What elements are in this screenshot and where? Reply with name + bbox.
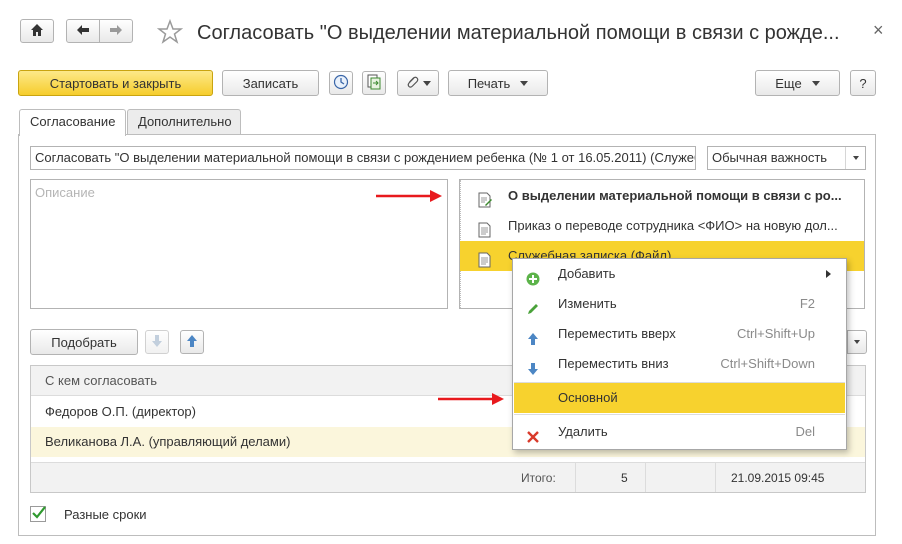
window-title: Согласовать "О выделении материальной по… bbox=[197, 22, 840, 44]
tab-approval[interactable]: Согласование bbox=[19, 109, 126, 136]
arrow-left-icon bbox=[76, 24, 90, 39]
document-icon bbox=[478, 249, 492, 268]
home-button[interactable] bbox=[20, 19, 54, 43]
chevron-down-icon bbox=[811, 80, 820, 86]
start-and-close-button[interactable]: Стартовать и закрыть bbox=[18, 70, 213, 96]
menu-item-label: Добавить bbox=[558, 266, 616, 281]
more-button[interactable]: Еще bbox=[755, 70, 840, 96]
move-up-button[interactable] bbox=[180, 330, 204, 354]
chevron-down-icon bbox=[520, 80, 529, 86]
attachment-label: О выделении материальной помощи в связи … bbox=[508, 188, 842, 203]
description-placeholder: Описание bbox=[35, 185, 95, 200]
menu-separator bbox=[514, 414, 845, 415]
grid-footer: Итого: 5 21.09.2015 09:45 bbox=[31, 462, 865, 492]
menu-item-shortcut: F2 bbox=[799, 296, 815, 311]
document-tree-icon bbox=[366, 74, 382, 93]
annotation-arrow-icon bbox=[436, 391, 506, 407]
close-icon[interactable]: × bbox=[873, 20, 884, 41]
different-terms-label: Разные сроки bbox=[64, 507, 147, 522]
clock-icon bbox=[333, 74, 349, 93]
print-button[interactable]: Печать bbox=[448, 70, 548, 96]
menu-item-label: Переместить вниз bbox=[558, 356, 669, 371]
pick-button[interactable]: Подобрать bbox=[30, 329, 138, 355]
arrow-up-icon bbox=[526, 327, 540, 345]
chevron-down-icon bbox=[854, 340, 860, 344]
menu-item-label: Удалить bbox=[558, 424, 608, 439]
document-edit-icon bbox=[478, 189, 492, 208]
arrow-up-icon bbox=[186, 334, 198, 351]
participant-name: Великанова Л.А. (управляющий делами) bbox=[45, 434, 291, 449]
importance-select[interactable]: Обычная важность bbox=[707, 146, 866, 170]
menu-item-shortcut: Ctrl+Shift+Down bbox=[720, 356, 815, 371]
subject-field[interactable]: Согласовать "О выделении материальной по… bbox=[30, 146, 696, 170]
menu-item-shortcut: Del bbox=[795, 424, 815, 439]
attachment-label: Приказ о переводе сотрудника <ФИО> на но… bbox=[508, 218, 838, 233]
menu-item-label: Изменить bbox=[558, 296, 617, 311]
attach-button[interactable] bbox=[397, 70, 439, 96]
menu-item-delete[interactable]: Удалить Del bbox=[514, 417, 845, 447]
history-button[interactable] bbox=[329, 71, 353, 95]
subject-value: Согласовать "О выделении материальной по… bbox=[35, 150, 696, 165]
participants-more-button[interactable] bbox=[847, 330, 867, 354]
move-down-button[interactable] bbox=[145, 330, 169, 354]
chevron-down-icon bbox=[845, 147, 865, 169]
column-header[interactable]: С кем согласовать bbox=[45, 373, 157, 388]
forward-button[interactable] bbox=[99, 19, 133, 43]
tab-additional[interactable]: Дополнительно bbox=[127, 109, 241, 135]
back-button[interactable] bbox=[66, 19, 100, 43]
menu-item-label: Переместить вверх bbox=[558, 326, 676, 341]
arrow-down-icon bbox=[151, 334, 163, 351]
arrow-down-icon bbox=[526, 357, 540, 375]
document-icon bbox=[478, 219, 492, 238]
menu-item-add[interactable]: Добавить bbox=[514, 259, 845, 289]
favorite-star-icon[interactable] bbox=[156, 18, 184, 45]
participant-name: Федоров О.П. (директор) bbox=[45, 404, 196, 419]
attachment-item[interactable]: О выделении материальной помощи в связи … bbox=[460, 181, 864, 211]
context-menu: Добавить Изменить F2 Переместить вверх C… bbox=[512, 258, 847, 450]
add-icon bbox=[526, 267, 540, 286]
menu-item-move-up[interactable]: Переместить вверх Ctrl+Shift+Up bbox=[514, 319, 845, 349]
menu-item-shortcut: Ctrl+Shift+Up bbox=[736, 326, 815, 341]
chevron-down-icon bbox=[423, 80, 431, 86]
delete-icon bbox=[526, 425, 540, 443]
help-button[interactable]: ? bbox=[850, 70, 876, 96]
print-label: Печать bbox=[467, 75, 511, 91]
pencil-icon bbox=[526, 297, 540, 314]
paperclip-icon bbox=[405, 75, 419, 92]
attachment-item[interactable]: Приказ о переводе сотрудника <ФИО> на но… bbox=[460, 211, 864, 241]
more-label: Еще bbox=[775, 75, 802, 91]
menu-item-move-down[interactable]: Переместить вниз Ctrl+Shift+Down bbox=[514, 349, 845, 379]
save-button[interactable]: Записать bbox=[222, 70, 319, 96]
date-value: 21.09.2015 09:45 bbox=[731, 471, 825, 485]
total-label: Итого: bbox=[521, 471, 556, 485]
menu-item-edit[interactable]: Изменить F2 bbox=[514, 289, 845, 319]
home-icon bbox=[30, 23, 44, 40]
menu-item-label: Основной bbox=[558, 390, 618, 405]
different-terms-checkbox[interactable] bbox=[30, 506, 46, 522]
chevron-right-icon bbox=[826, 270, 831, 278]
annotation-arrow-icon bbox=[374, 188, 444, 204]
arrow-right-icon bbox=[109, 24, 123, 39]
importance-value: Обычная важность bbox=[712, 150, 828, 165]
related-documents-button[interactable] bbox=[362, 71, 386, 95]
menu-item-main[interactable]: Основной bbox=[514, 383, 845, 413]
total-value: 5 bbox=[621, 471, 628, 485]
